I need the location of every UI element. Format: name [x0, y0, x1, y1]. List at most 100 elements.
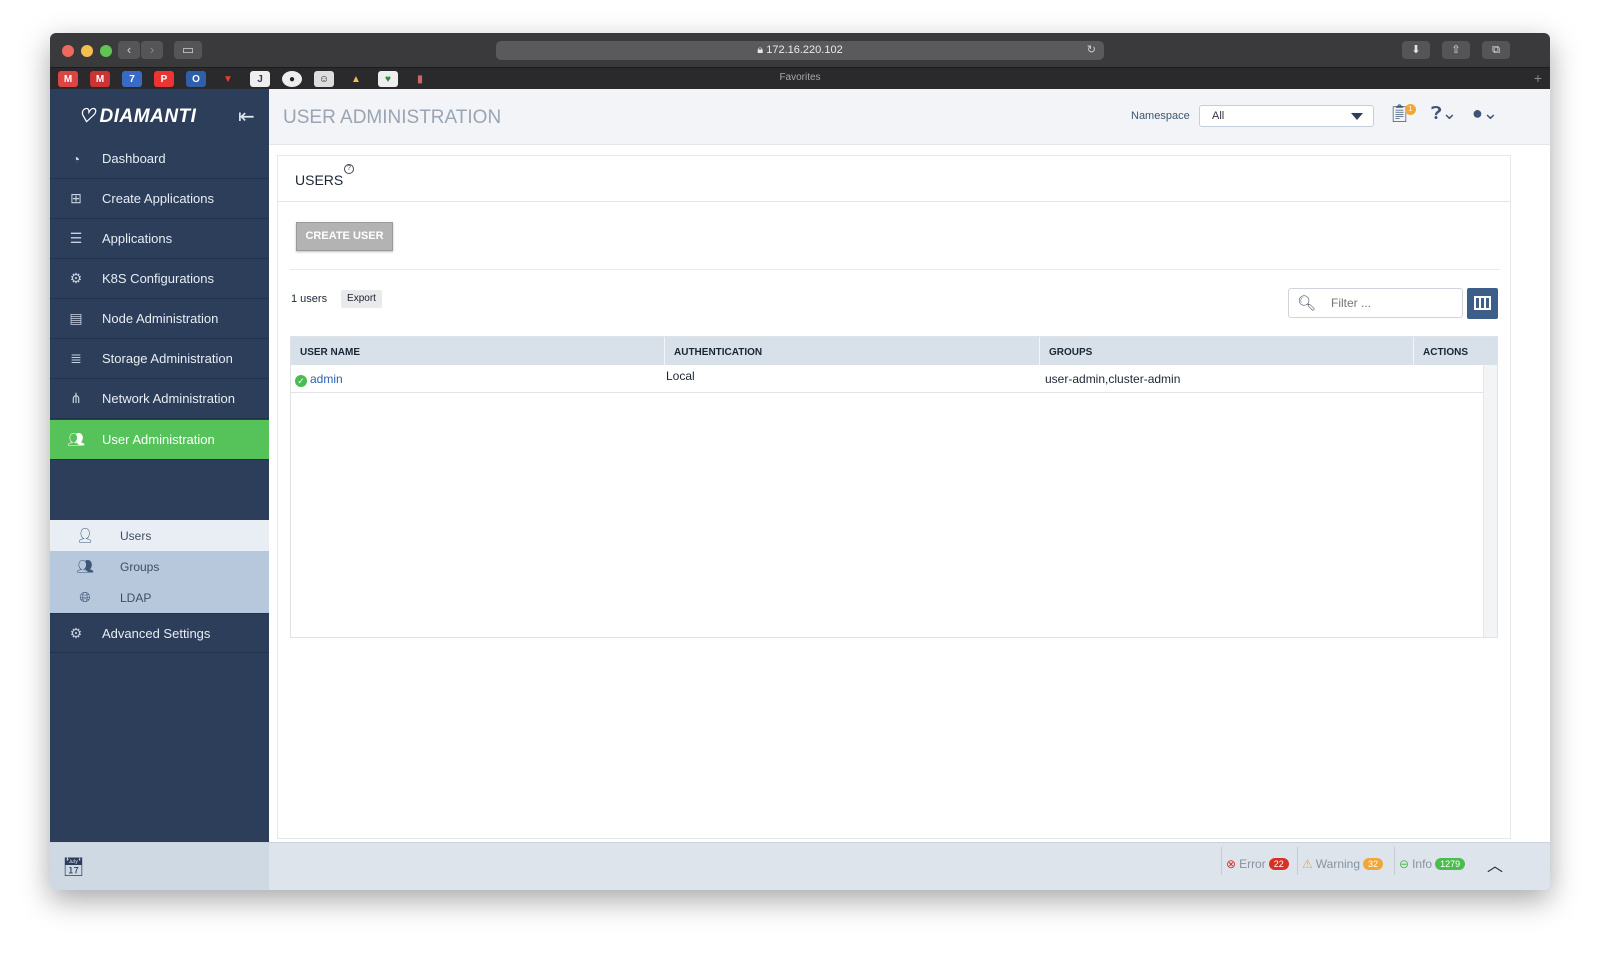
plus-square-icon: ⊞	[70, 190, 82, 206]
tabs-button[interactable]: ⧉	[1482, 41, 1510, 59]
sidebar: ♡ DIAMANTI ⇤ ◔ Dashboard ⊞ Create Applic…	[50, 89, 269, 842]
caret-down-icon	[1351, 113, 1363, 120]
sidebar-item-label: Create Applications	[102, 191, 215, 206]
divider	[1221, 847, 1222, 875]
sidebar-item-user-administration[interactable]: 👥︎ User Administration	[50, 420, 269, 460]
chevron-up-icon[interactable]: ︿	[1487, 852, 1503, 876]
error-icon: ⊗	[1226, 857, 1237, 871]
sidebar-item-create-applications[interactable]: ⊞ Create Applications	[50, 179, 269, 219]
back-button[interactable]: ‹	[118, 41, 140, 59]
column-header-groups[interactable]: GROUPS	[1040, 337, 1414, 365]
tabs-icon: ⧉	[1492, 44, 1500, 56]
submenu-item-ldap[interactable]: 🌐︎ LDAP	[50, 582, 269, 613]
user-menu-icon[interactable]: ●⌄	[1472, 103, 1498, 124]
filter-field[interactable]: 🔍︎	[1288, 288, 1463, 318]
sidebar-item-storage-administration[interactable]: ≣ Storage Administration	[50, 339, 269, 379]
database-icon: ≣	[70, 350, 82, 366]
user-name-cell: ✓ admin	[295, 365, 343, 393]
server-icon: ▤	[69, 310, 83, 326]
diamond-logo-icon: ♡	[78, 106, 96, 127]
table-header: USER NAME AUTHENTICATION GROUPS ACTIONS	[291, 337, 1497, 365]
user-link[interactable]: admin	[310, 372, 343, 386]
namespace-label: Namespace	[1131, 110, 1190, 122]
share-button[interactable]: ⇧	[1442, 41, 1470, 59]
table-scrollbar[interactable]	[1483, 365, 1497, 637]
error-status[interactable]: ⊗ Error 22	[1226, 854, 1289, 874]
column-header-user-name[interactable]: USER NAME	[291, 337, 665, 365]
users-heading: USERS	[295, 172, 344, 188]
collapse-sidebar-icon[interactable]: ⇤	[238, 104, 255, 129]
namespace-select[interactable]: All	[1199, 105, 1374, 127]
warning-icon: ⚠	[1302, 857, 1313, 871]
help-icon[interactable]: ?	[344, 164, 354, 174]
info-count-badge: 1279	[1435, 858, 1466, 870]
submenu-item-groups[interactable]: 👥︎ Groups	[50, 551, 269, 582]
share-icon: ⇧	[1451, 44, 1461, 56]
globe-icon: 🌐︎	[79, 589, 91, 605]
forward-button[interactable]: ›	[141, 41, 163, 59]
info-icon: ⊖	[1399, 857, 1410, 871]
app-header: USER ADMINISTRATION Namespace All 📋︎ 1 ❓…	[269, 89, 1550, 145]
column-header-actions: ACTIONS	[1423, 347, 1468, 358]
table-row[interactable]: ✓ admin Local user-admin,cluster-admin	[291, 365, 1483, 393]
submenu-item-label: Users	[120, 528, 152, 543]
submenu-item-label: Groups	[120, 559, 160, 574]
warning-status[interactable]: ⚠ Warning 32	[1302, 854, 1384, 874]
close-window-button[interactable]	[62, 45, 74, 57]
url-text: 172.16.220.102	[766, 44, 843, 56]
info-status[interactable]: ⊖ Info 1279	[1399, 854, 1466, 874]
user-count: 1 users	[291, 293, 328, 305]
divider	[1297, 847, 1298, 875]
brand-logo[interactable]: ♡ DIAMANTI	[78, 105, 196, 128]
error-count-badge: 22	[1268, 858, 1289, 870]
maximize-window-button[interactable]	[100, 45, 112, 57]
chevron-right-icon: ›	[149, 42, 155, 57]
warning-count-badge: 32	[1363, 858, 1384, 870]
calendar-icon[interactable]: 📅︎	[62, 857, 85, 878]
network-icon: ⋔	[70, 390, 82, 406]
new-tab-icon[interactable]: +	[1534, 70, 1542, 86]
filter-input[interactable]	[1331, 295, 1456, 311]
submenu-item-label: LDAP	[120, 590, 152, 605]
user-icon: 👤︎	[76, 527, 94, 543]
downloads-button[interactable]: ⬇	[1402, 41, 1430, 59]
browser-window: ‹ › ▭ 🔒︎ 172.16.220.102 ↻ ⬇ ⇧ ⧉ M M 7 P …	[50, 33, 1550, 890]
minimize-window-button[interactable]	[81, 45, 93, 57]
group-icon: 👥︎	[76, 558, 94, 574]
list-icon: ☰	[69, 230, 83, 246]
chevron-left-icon: ‹	[126, 42, 132, 57]
sidebar-item-label: User Administration	[102, 432, 215, 447]
sidebar-item-applications[interactable]: ☰ Applications	[50, 219, 269, 259]
column-header-authentication[interactable]: AUTHENTICATION	[665, 337, 1040, 365]
user-admin-submenu: 👤︎ Users 👥︎ Groups 🌐︎ LDAP	[50, 520, 269, 613]
create-user-button[interactable]: CREATE USER	[296, 222, 393, 251]
sidebar-icon: ▭	[181, 42, 195, 57]
sidebar-item-network-administration[interactable]: ⋔ Network Administration	[50, 379, 269, 419]
sidebar-item-label: Node Administration	[102, 311, 219, 326]
search-icon: 🔍︎	[1297, 295, 1317, 312]
brand-name: DIAMANTI	[99, 105, 197, 127]
export-button[interactable]: Export	[341, 290, 382, 308]
users-panel-header: USERS ?	[278, 156, 1510, 202]
reload-icon[interactable]: ↻	[1087, 41, 1096, 60]
status-ok-icon: ✓	[295, 375, 307, 387]
download-icon: ⬇	[1411, 44, 1421, 56]
dashboard-icon: ◔	[71, 150, 81, 167]
sidebar-toggle-button[interactable]: ▭	[174, 41, 202, 59]
lock-icon: 🔒︎	[757, 44, 764, 56]
favorites-label: Favorites	[779, 72, 821, 83]
sidebar-item-k8s-configurations[interactable]: ⚙ K8S Configurations	[50, 259, 269, 299]
users-panel: USERS ? CREATE USER 1 users Export 🔍︎ US…	[277, 155, 1511, 839]
sidebar-item-label: Applications	[102, 231, 173, 246]
submenu-item-users[interactable]: 👤︎ Users	[50, 520, 269, 551]
warning-label: Warning	[1315, 857, 1361, 871]
browser-toolbar: ‹ › ▭ 🔒︎ 172.16.220.102 ↻ ⬇ ⇧ ⧉	[50, 33, 1550, 67]
help-menu-icon[interactable]: ❓︎⌄	[1431, 103, 1457, 124]
info-label: Info	[1412, 857, 1433, 871]
address-bar[interactable]: 🔒︎ 172.16.220.102 ↻	[496, 41, 1104, 60]
column-chooser-button[interactable]	[1467, 288, 1498, 319]
sidebar-item-advanced-settings[interactable]: ⚙ Advanced Settings	[50, 613, 269, 653]
namespace-selected-value: All	[1212, 110, 1225, 122]
sidebar-item-dashboard[interactable]: ◔ Dashboard	[50, 139, 269, 179]
sidebar-item-node-administration[interactable]: ▤ Node Administration	[50, 299, 269, 339]
